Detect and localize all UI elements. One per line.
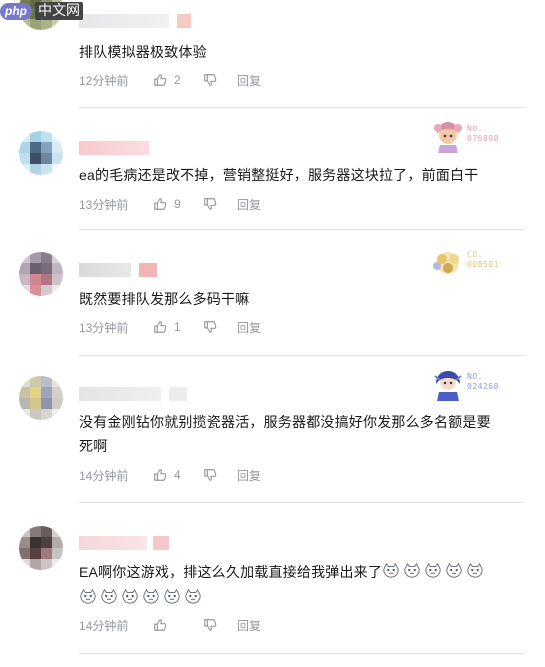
dislike-button[interactable] bbox=[203, 197, 237, 211]
comment-item: EA啊你这游戏，排这么久加载直接给我弹出来了 14分钟前 回复 bbox=[0, 503, 545, 667]
reply-button[interactable]: 回复 bbox=[237, 72, 261, 89]
like-button[interactable]: 2 bbox=[153, 73, 203, 87]
dizzy-face-emoji bbox=[101, 588, 117, 604]
reply-button[interactable]: 回复 bbox=[237, 196, 261, 213]
comment-text-line: 没有金刚钻你就别揽瓷器活，服务器都没搞好你发那么多名额是要 bbox=[79, 414, 491, 430]
like-button[interactable]: 9 bbox=[153, 197, 203, 211]
comment-text: 排队模拟器极致体验 bbox=[79, 44, 207, 60]
emoji-group bbox=[79, 585, 205, 609]
reply-button[interactable]: 回复 bbox=[237, 467, 261, 484]
dislike-button[interactable] bbox=[203, 618, 237, 632]
comment-time: 13分钟前 bbox=[79, 320, 129, 335]
thumbs-down-icon bbox=[204, 198, 217, 210]
fan-badge[interactable]: NO. 076898 bbox=[431, 120, 515, 154]
comment-text-body: EA啊你这游戏，排这么久加载直接给我弹出来了 bbox=[79, 564, 383, 580]
username-blurred[interactable] bbox=[79, 536, 169, 550]
comment-time: 12分钟前 bbox=[79, 73, 129, 88]
comment-time: 14分钟前 bbox=[79, 468, 129, 483]
thumbs-down-icon bbox=[204, 321, 217, 333]
fan-badge[interactable]: NO. 024268 bbox=[431, 368, 515, 402]
comment-meta: 13分钟前 1 回复 bbox=[79, 319, 261, 335]
comment-item: CO. 008501 既然要排队发那么多码干嘛 13分钟前 1 回复 bbox=[0, 230, 545, 356]
comment-text-line: 死啊 bbox=[79, 438, 108, 454]
watermark-badge: php bbox=[0, 2, 32, 20]
fan-badge-character-icon bbox=[434, 122, 462, 153]
dizzy-face-emoji bbox=[122, 588, 138, 604]
thumbs-up-icon bbox=[154, 469, 167, 481]
comment-item: NO. 024268 没有金刚钻你就别揽瓷器活，服务器都没搞好你发那么多名额是要… bbox=[0, 356, 545, 503]
avatar[interactable] bbox=[19, 131, 63, 175]
dizzy-face-emoji bbox=[164, 588, 180, 604]
username-blurred[interactable] bbox=[79, 387, 187, 401]
thumbs-up-icon bbox=[154, 74, 167, 86]
fan-badge-number: CO. 008501 bbox=[467, 250, 499, 269]
comment-meta: 14分钟前 4 回复 bbox=[79, 467, 261, 483]
thumbs-up-icon bbox=[154, 198, 167, 210]
fan-badge-number: NO. 076898 bbox=[467, 124, 499, 143]
emoji-group bbox=[382, 562, 487, 580]
dizzy-face-emoji bbox=[185, 588, 201, 604]
comment-text: 既然要排队发那么多码干嘛 bbox=[79, 291, 250, 307]
dizzy-face-emoji bbox=[404, 562, 420, 578]
comment-time: 13分钟前 bbox=[79, 197, 129, 212]
watermark-text: 中文网 bbox=[35, 2, 83, 20]
fan-badge-number: NO. 024268 bbox=[467, 372, 499, 391]
site-watermark: php 中文网 bbox=[0, 0, 83, 22]
thumbs-up-icon bbox=[154, 321, 167, 333]
like-count: 1 bbox=[174, 320, 181, 334]
avatar[interactable] bbox=[19, 526, 63, 570]
comment-item: NO. 076898 ea的毛病还是改不掉，营销整挺好，服务器这块拉了，前面白干… bbox=[0, 108, 545, 230]
dizzy-face-emoji bbox=[383, 562, 399, 578]
thumbs-up-icon bbox=[154, 619, 167, 631]
comment-text: ea的毛病还是改不掉，营销整挺好，服务器这块拉了，前面白干 bbox=[79, 167, 479, 183]
dislike-button[interactable] bbox=[203, 320, 237, 334]
reply-button[interactable]: 回复 bbox=[237, 319, 261, 336]
comment-meta: 13分钟前 9 回复 bbox=[79, 196, 261, 212]
comment-meta: 14分钟前 回复 bbox=[79, 617, 261, 633]
thumbs-down-icon bbox=[204, 619, 217, 631]
thumbs-down-icon bbox=[204, 469, 217, 481]
like-count: 4 bbox=[174, 468, 181, 482]
comment-text: 没有金刚钻你就别揽瓷器活，服务器都没搞好你发那么多名额是要 死啊 bbox=[79, 410, 509, 458]
reply-button[interactable]: 回复 bbox=[237, 617, 261, 634]
dizzy-face-emoji bbox=[143, 588, 159, 604]
thumbs-down-icon bbox=[204, 74, 217, 86]
like-count: 2 bbox=[174, 73, 181, 87]
username-blurred[interactable] bbox=[79, 141, 149, 155]
dizzy-face-emoji bbox=[446, 562, 462, 578]
dizzy-face-emoji bbox=[467, 562, 483, 578]
username-blurred[interactable] bbox=[79, 263, 157, 277]
comment-meta: 12分钟前 2 回复 bbox=[79, 72, 261, 88]
avatar[interactable] bbox=[19, 252, 63, 296]
like-button[interactable]: 4 bbox=[153, 468, 203, 482]
dislike-button[interactable] bbox=[203, 73, 237, 87]
fan-badge[interactable]: CO. 008501 bbox=[431, 246, 515, 280]
fan-badge-character-icon bbox=[433, 252, 459, 274]
comment-text: EA啊你这游戏，排这么久加载直接给我弹出来了 bbox=[79, 560, 509, 584]
avatar[interactable] bbox=[19, 376, 63, 420]
username-blurred[interactable] bbox=[79, 14, 191, 28]
dizzy-face-emoji bbox=[80, 588, 96, 604]
divider bbox=[79, 653, 525, 654]
like-button[interactable]: 1 bbox=[153, 320, 203, 334]
comment-time: 14分钟前 bbox=[79, 618, 129, 633]
fan-badge-character-icon bbox=[434, 371, 462, 401]
dizzy-face-emoji bbox=[425, 562, 441, 578]
like-button[interactable] bbox=[153, 618, 203, 632]
dislike-button[interactable] bbox=[203, 468, 237, 482]
like-count: 9 bbox=[174, 197, 181, 211]
